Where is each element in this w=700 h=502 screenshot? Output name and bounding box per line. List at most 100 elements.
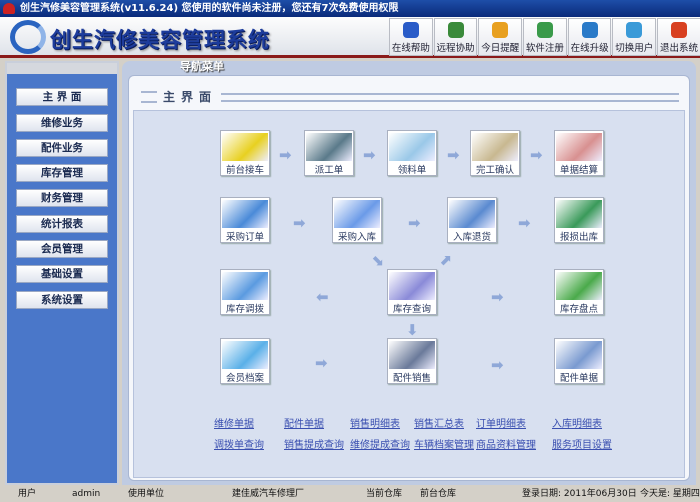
module-icon [334, 200, 380, 228]
flow-arrow-icon: ➡ [447, 146, 460, 164]
module-label: 配件销售 [392, 373, 431, 384]
flow-arrow-icon: ➡ [293, 214, 306, 232]
module-button-0[interactable]: 前台接车 [220, 130, 270, 176]
module-label: 单据结算 [559, 165, 598, 176]
module-icon [306, 133, 352, 161]
module-label: 报损出库 [559, 232, 598, 243]
sidebar-item-1[interactable]: 维修业务 [16, 114, 108, 132]
window-title: 创生汽修美容管理系统(v11.6.24) 您使用的软件尚未注册，您还有7次免费使… [20, 3, 399, 14]
module-label: 派工单 [314, 165, 344, 176]
module-icon [222, 200, 268, 228]
sidebar-item-8[interactable]: 系统设置 [16, 291, 108, 309]
flow-arrow-icon: ➡ [518, 214, 531, 232]
module-button-13[interactable]: 配件销售 [387, 338, 437, 384]
user-value: admin [72, 489, 101, 499]
module-icon [556, 341, 602, 369]
module-icon [222, 133, 268, 161]
module-label: 库存调拨 [225, 304, 264, 315]
toolbar-button-6[interactable]: 退出系统 [657, 18, 700, 56]
sidebar-item-4[interactable]: 财务管理 [16, 189, 108, 207]
report-link-8[interactable]: 维修提成查询 [350, 436, 410, 451]
module-label: 配件单据 [559, 373, 598, 384]
warehouse-label: 当前仓库 [366, 489, 403, 499]
report-link-10[interactable]: 商品资料管理 [476, 436, 536, 451]
flow-arrow-icon: ➡ [491, 356, 504, 374]
report-link-6[interactable]: 调拨单查询 [214, 436, 264, 451]
report-link-1[interactable]: 配件单据 [284, 415, 324, 430]
module-label: 采购订单 [225, 232, 264, 243]
module-label: 会员档案 [225, 373, 264, 384]
sidebar-item-7[interactable]: 基础设置 [16, 265, 108, 283]
module-label: 入库退货 [452, 232, 491, 243]
report-link-2[interactable]: 销售明细表 [350, 415, 400, 430]
sidebar: 主 界 面维修业务配件业务库存管理财务管理统计报表会员管理基础设置系统设置 [5, 61, 119, 485]
login-date: 登录日期: 2011年06月30日 [522, 489, 637, 499]
main-panel: 主界面 前台接车 派工单 领料单 完工确认 单据结算采购订单 采购入库 入库退货 报损出库库存… [128, 75, 690, 481]
report-link-3[interactable]: 销售汇总表 [414, 415, 464, 430]
flow-arrow-icon: ⬅ [316, 288, 329, 306]
module-button-9[interactable]: 库存调拨 [220, 269, 270, 315]
sidebar-item-0[interactable]: 主 界 面 [16, 88, 108, 106]
cake-icon [492, 22, 509, 38]
logo-text: 创生汽修美容管理系统 [50, 28, 270, 52]
flow-arrow-icon: ⬊ [371, 251, 384, 269]
module-label: 完工确认 [475, 165, 514, 176]
help-icon [402, 22, 419, 38]
flow-arrow-icon: ➡ [315, 354, 328, 372]
report-link-11[interactable]: 服务项目设置 [552, 436, 612, 451]
module-button-5[interactable]: 采购订单 [220, 197, 270, 243]
module-button-6[interactable]: 采购入库 [332, 197, 382, 243]
logo-icon [10, 20, 46, 54]
sidebar-item-2[interactable]: 配件业务 [16, 139, 108, 157]
toolbar-button-5[interactable]: 切换用户 [612, 18, 657, 56]
app-icon [3, 3, 15, 14]
module-button-10[interactable]: 库存查询 [387, 269, 437, 315]
toolbar-label: 软件注册 [525, 43, 564, 54]
title-divider [221, 93, 679, 102]
module-icon [389, 133, 435, 161]
toolbar-button-2[interactable]: 今日提醒 [478, 18, 523, 56]
module-icon [472, 133, 518, 161]
users-icon [626, 22, 643, 38]
module-icon [556, 133, 602, 161]
sidebar-item-6[interactable]: 会员管理 [16, 240, 108, 258]
module-button-4[interactable]: 单据结算 [554, 130, 604, 176]
module-button-1[interactable]: 派工单 [304, 130, 354, 176]
remote-computer-icon [447, 22, 464, 38]
flow-arrow-icon: ➡ [408, 214, 421, 232]
warehouse-value: 前台仓库 [420, 489, 457, 499]
module-button-8[interactable]: 报损出库 [554, 197, 604, 243]
toolbar-button-0[interactable]: 在线帮助 [389, 18, 433, 56]
toolbar-button-3[interactable]: 软件注册 [523, 18, 567, 56]
module-button-3[interactable]: 完工确认 [470, 130, 520, 176]
module-label: 库存查询 [392, 304, 431, 315]
toolbar-label: 在线升级 [570, 43, 609, 54]
module-label: 领料单 [397, 165, 427, 176]
toolbar-button-1[interactable]: 远程协助 [433, 18, 478, 56]
power-icon [670, 22, 687, 38]
module-button-7[interactable]: 入库退货 [447, 197, 497, 243]
module-button-2[interactable]: 领料单 [387, 130, 437, 176]
module-button-11[interactable]: 库存盘点 [554, 269, 604, 315]
flow-arrow-icon: ⬇ [406, 321, 419, 339]
toolbar-label: 今日提醒 [481, 43, 520, 54]
today: 今天是: 星期四 [640, 489, 700, 499]
report-link-7[interactable]: 销售提成查询 [284, 436, 344, 451]
toolbar-button-4[interactable]: 在线升级 [567, 18, 612, 56]
module-button-14[interactable]: 配件单据 [554, 338, 604, 384]
module-button-12[interactable]: 会员档案 [220, 338, 270, 384]
nav-menu-title: 导航菜单 [180, 60, 224, 73]
report-link-0[interactable]: 维修单据 [214, 415, 254, 430]
module-icon [389, 341, 435, 369]
report-link-4[interactable]: 订单明细表 [476, 415, 526, 430]
report-link-5[interactable]: 入库明细表 [552, 415, 602, 430]
sidebar-item-5[interactable]: 统计报表 [16, 215, 108, 233]
page-title: 主界面 [141, 88, 217, 105]
toolbar-label: 远程协助 [436, 43, 475, 54]
report-link-9[interactable]: 车辆档案管理 [414, 436, 474, 451]
toolbar-label: 切换用户 [615, 43, 654, 54]
flow-arrow-icon: ➡ [363, 146, 376, 164]
flow-arrow-icon: ➡ [279, 146, 292, 164]
sidebar-item-3[interactable]: 库存管理 [16, 164, 108, 182]
module-icon [222, 272, 268, 300]
